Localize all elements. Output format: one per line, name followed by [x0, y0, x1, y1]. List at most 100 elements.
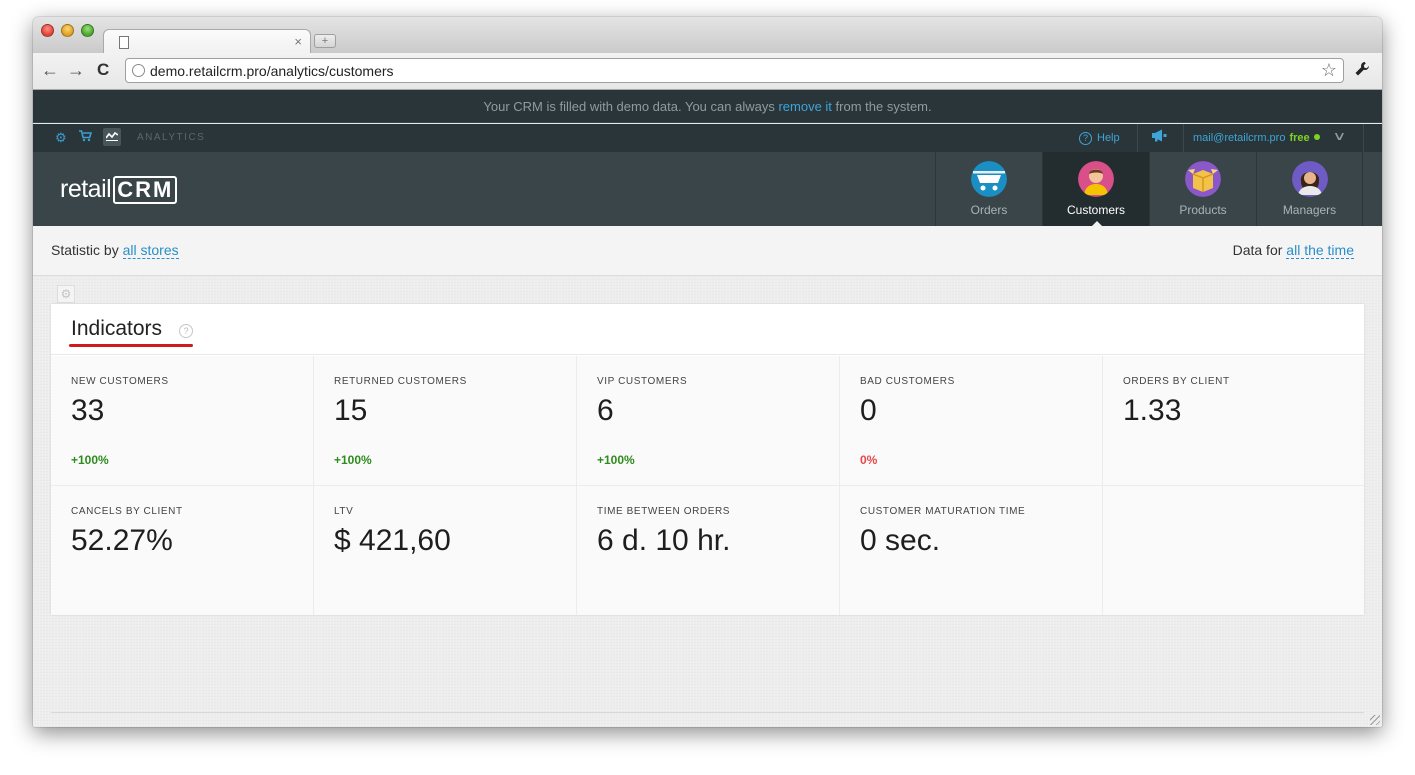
megaphone-glyph [1152, 129, 1167, 142]
indicator-value: 15 [334, 394, 368, 427]
nav-orders-label: Orders [970, 203, 1008, 217]
browser-toolbar: ← → C demo.retailcrm.pro/analytics/custo… [33, 53, 1382, 90]
indicator-delta: 0% [860, 453, 878, 467]
analytics-chart-icon[interactable] [103, 128, 121, 146]
indicator-label: RETURNED CUSTOMERS [334, 376, 467, 387]
indicator-label: CANCELS BY CLIENT [71, 506, 183, 517]
tab-close-icon[interactable]: × [294, 33, 302, 51]
nav-managers[interactable]: Managers [1256, 152, 1363, 226]
nav-orders[interactable]: Orders [935, 152, 1042, 226]
products-box-icon [1185, 161, 1221, 197]
wrench-glyph [1355, 62, 1369, 76]
close-window-button[interactable] [41, 24, 54, 37]
forward-arrow-icon[interactable]: → [67, 60, 85, 80]
indicator-label: BAD CUSTOMERS [860, 376, 955, 387]
indicator-orders-by-client: ORDERS BY CLIENT 1.33 [1103, 356, 1364, 486]
title-underline [69, 344, 193, 347]
indicator-empty-cell [1103, 486, 1364, 615]
user-email: mail@retailcrm.pro [1193, 132, 1286, 144]
managers-avatar-icon [1292, 161, 1328, 197]
indicator-value: 6 d. 10 hr. [597, 524, 731, 557]
period-filter: Data for all the time [1232, 242, 1354, 259]
nav-separator [1137, 124, 1138, 152]
indicator-value: 0 [860, 394, 877, 427]
widget-settings-gear-icon[interactable]: ⚙ [57, 285, 75, 303]
title-bar: × + [33, 17, 1382, 54]
indicator-label: VIP CUSTOMERS [597, 376, 688, 387]
indicator-time-between-orders: TIME BETWEEN ORDERS 6 d. 10 hr. [577, 486, 840, 615]
cart-icon[interactable] [79, 130, 93, 147]
indicator-returned-customers: RETURNED CUSTOMERS 15 +100% [314, 356, 577, 486]
indicator-value: 33 [71, 394, 105, 427]
resize-grip-icon[interactable] [1370, 715, 1380, 725]
new-tab-button[interactable]: + [314, 34, 336, 48]
minimize-window-button[interactable] [61, 24, 74, 37]
indicator-value: 52.27% [71, 524, 173, 557]
content-divider [51, 712, 1364, 713]
indicator-value: 1.33 [1123, 394, 1182, 427]
nav-products[interactable]: Products [1149, 152, 1256, 226]
help-link[interactable]: ? Help [1079, 130, 1120, 146]
indicator-bad-customers: BAD CUSTOMERS 0 0% [840, 356, 1103, 486]
indicator-value: 6 [597, 394, 614, 427]
indicator-delta: +100% [334, 453, 372, 467]
indicator-label: TIME BETWEEN ORDERS [597, 506, 731, 517]
indicator-delta: +100% [597, 453, 635, 467]
logo-crm-text: CRM [113, 176, 178, 204]
indicator-value: $ 421,60 [334, 524, 451, 557]
help-circle-icon: ? [1079, 132, 1092, 145]
all-stores-link[interactable]: all stores [122, 242, 179, 259]
data-for-label: Data for [1232, 242, 1283, 258]
help-label: Help [1097, 132, 1120, 144]
indicator-label: CUSTOMER MATURATION TIME [860, 506, 1026, 517]
indicators-title: Indicators [71, 317, 163, 340]
indicator-delta: +100% [71, 453, 109, 467]
url-text[interactable]: demo.retailcrm.pro/analytics/customers [150, 63, 394, 79]
online-status-dot [1313, 134, 1320, 140]
chevron-down-icon[interactable]: ∨ [1332, 129, 1346, 143]
indicator-vip-customers: VIP CUSTOMERS 6 +100% [577, 356, 840, 486]
analytics-section-label: ANALYTICS [137, 132, 206, 143]
zoom-window-button[interactable] [81, 24, 94, 37]
chart-line-glyph [105, 131, 119, 141]
megaphone-icon[interactable] [1151, 129, 1167, 145]
demo-notice-bar: Your CRM is filled with demo data. You c… [33, 90, 1382, 123]
nav-separator [1363, 124, 1364, 152]
reload-icon[interactable]: C [97, 60, 109, 80]
indicator-value: 0 sec. [860, 524, 941, 557]
user-account-menu[interactable]: mail@retailcrm.pro free [1193, 132, 1320, 144]
help-icon[interactable]: ? [179, 324, 193, 338]
indicator-label: LTV [334, 506, 354, 517]
indicator-cancels-by-client: CANCELS BY CLIENT 52.27% [51, 486, 314, 615]
globe-icon [132, 64, 145, 77]
browser-window: × + ← → C demo.retailcrm.pro/analytics/c… [33, 17, 1382, 727]
plan-badge: free [1289, 132, 1310, 144]
browser-tab[interactable]: × [103, 29, 311, 54]
nav-customers-label: Customers [1066, 203, 1125, 217]
indicator-label: NEW CUSTOMERS [71, 376, 169, 387]
page-icon [119, 36, 129, 49]
app-header: retail CRM Orders Customers Products Man… [33, 152, 1382, 226]
nav-customers[interactable]: Customers [1042, 152, 1149, 226]
indicators-grid: NEW CUSTOMERS 33 +100% RETURNED CUSTOMER… [51, 356, 1364, 615]
back-arrow-icon[interactable]: ← [41, 60, 59, 80]
remove-demo-link[interactable]: remove it [778, 99, 831, 114]
cart-glyph [79, 130, 93, 142]
customers-avatar-icon [1078, 161, 1114, 197]
notice-text-after: from the system. [831, 99, 932, 114]
all-time-link[interactable]: all the time [1286, 242, 1354, 259]
statistic-by-label: Statistic by [51, 242, 119, 258]
store-filter: Statistic by all stores [51, 242, 179, 259]
retailcrm-logo[interactable]: retail CRM [60, 174, 178, 204]
main-content: Statistic by all stores Data for all the… [33, 226, 1382, 727]
indicator-ltv: LTV $ 421,60 [314, 486, 577, 615]
address-bar[interactable]: demo.retailcrm.pro/analytics/customers ☆ [125, 58, 1344, 83]
nav-separator [1183, 124, 1184, 152]
top-nav-bar: ⚙ ANALYTICS ? Help mail@retailcrm.pro free… [33, 124, 1382, 152]
filter-bar: Statistic by all stores Data for all the… [33, 226, 1382, 276]
gear-icon[interactable]: ⚙ [55, 130, 67, 146]
wrench-icon[interactable] [1354, 61, 1370, 83]
bookmark-star-icon[interactable]: ☆ [1321, 60, 1337, 80]
nav-managers-label: Managers [1282, 203, 1337, 217]
indicator-label: ORDERS BY CLIENT [1123, 376, 1230, 387]
